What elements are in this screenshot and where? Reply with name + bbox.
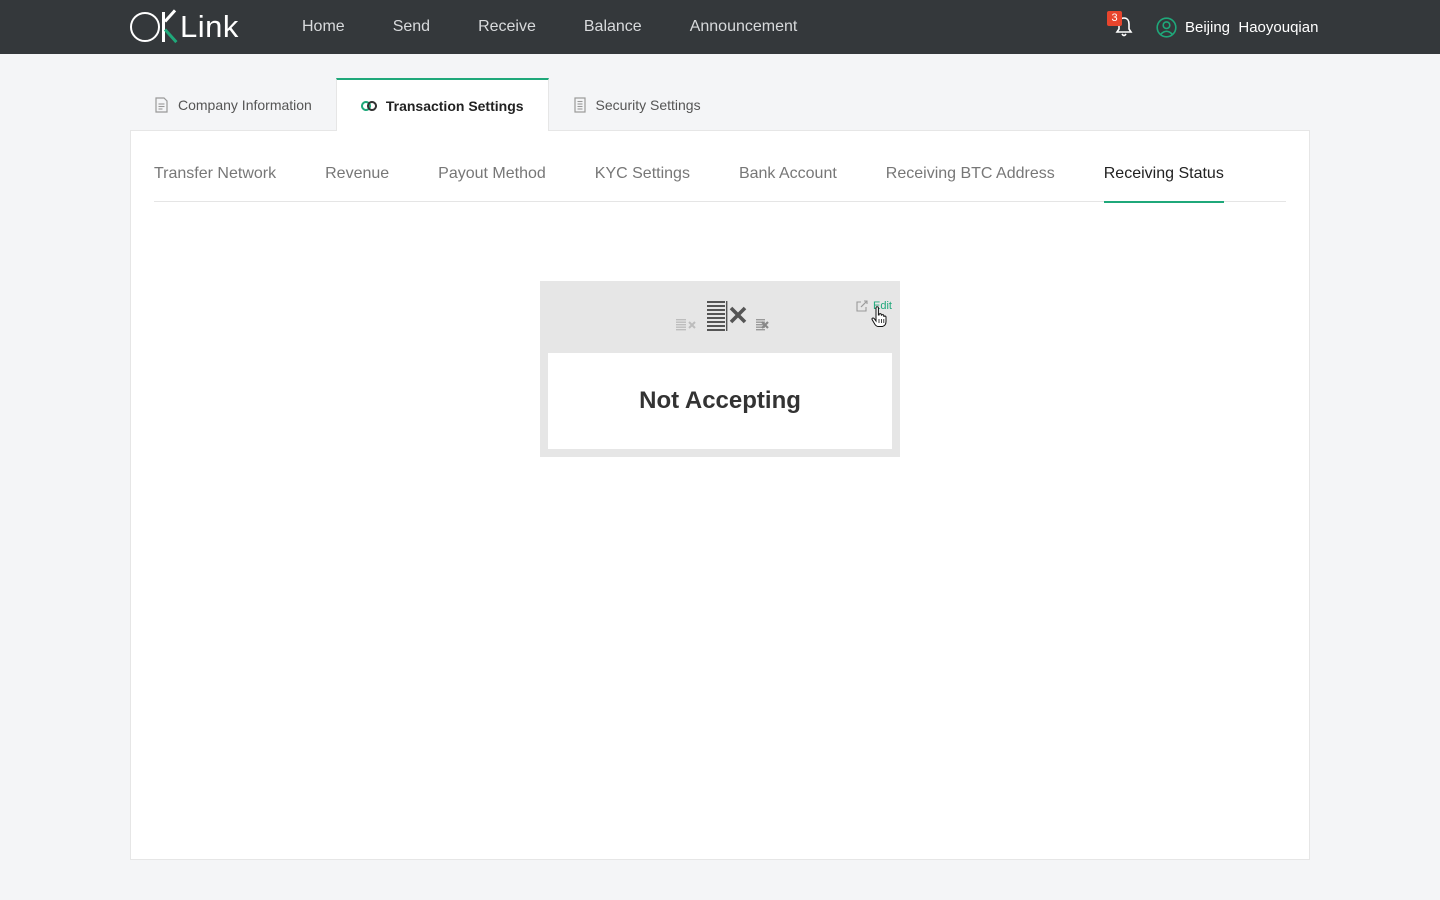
subtab-transfer-network[interactable]: Transfer Network bbox=[154, 131, 276, 202]
logo-text: Link bbox=[180, 9, 239, 44]
edit-label: Edit bbox=[873, 300, 892, 312]
edit-button[interactable]: Edit bbox=[856, 300, 892, 312]
link-icon bbox=[360, 100, 377, 111]
tab-security-settings-label: Security Settings bbox=[595, 96, 701, 113]
user-menu[interactable]: Beijing Haoyouqian bbox=[1156, 16, 1318, 38]
tab-security-settings[interactable]: Security Settings bbox=[549, 78, 725, 131]
nav-announcement[interactable]: Announcement bbox=[690, 18, 798, 36]
user-icon bbox=[1156, 16, 1177, 38]
nav-receive[interactable]: Receive bbox=[478, 18, 536, 36]
content-panel: Transfer Network Revenue Payout Method K… bbox=[130, 130, 1310, 860]
document-icon bbox=[155, 96, 168, 113]
tab-company-information[interactable]: Company Information bbox=[130, 78, 336, 131]
settings-tabs: Company Information Transaction Settings… bbox=[130, 78, 725, 131]
transaction-subtabs: Transfer Network Revenue Payout Method K… bbox=[154, 131, 1286, 203]
subtab-bank-account[interactable]: Bank Account bbox=[739, 131, 837, 202]
receiving-status-card: Edit Not Accepting bbox=[540, 281, 900, 457]
edit-icon bbox=[856, 300, 868, 312]
user-name: Beijing Haoyouqian bbox=[1185, 18, 1319, 36]
nav-balance[interactable]: Balance bbox=[584, 18, 642, 36]
subtab-receiving-btc-address[interactable]: Receiving BTC Address bbox=[886, 131, 1055, 202]
not-accepting-icon bbox=[540, 299, 900, 333]
logo-k-mark bbox=[161, 9, 179, 44]
top-navigation-bar: Link Home Send Receive Balance Announcem… bbox=[0, 0, 1440, 54]
nav-send[interactable]: Send bbox=[393, 18, 430, 36]
subtab-receiving-status[interactable]: Receiving Status bbox=[1103, 131, 1224, 203]
tab-transaction-settings-label: Transaction Settings bbox=[385, 97, 524, 114]
tab-company-information-label: Company Information bbox=[178, 96, 312, 113]
nav-home[interactable]: Home bbox=[302, 18, 345, 36]
receiving-status-value-box: Not Accepting bbox=[548, 353, 892, 449]
subtab-revenue[interactable]: Revenue bbox=[325, 131, 389, 202]
main-nav: Home Send Receive Balance Announcement bbox=[302, 0, 845, 54]
tab-transaction-settings[interactable]: Transaction Settings bbox=[335, 78, 549, 131]
subtab-payout-method[interactable]: Payout Method bbox=[438, 131, 546, 202]
oklink-logo[interactable]: Link bbox=[130, 9, 239, 45]
subtab-kyc-settings[interactable]: KYC Settings bbox=[595, 131, 690, 202]
receiving-status-text: Not Accepting bbox=[639, 387, 801, 414]
security-doc-icon bbox=[573, 96, 586, 113]
logo-o-mark bbox=[130, 12, 160, 42]
notification-count-badge: 3 bbox=[1107, 11, 1122, 26]
